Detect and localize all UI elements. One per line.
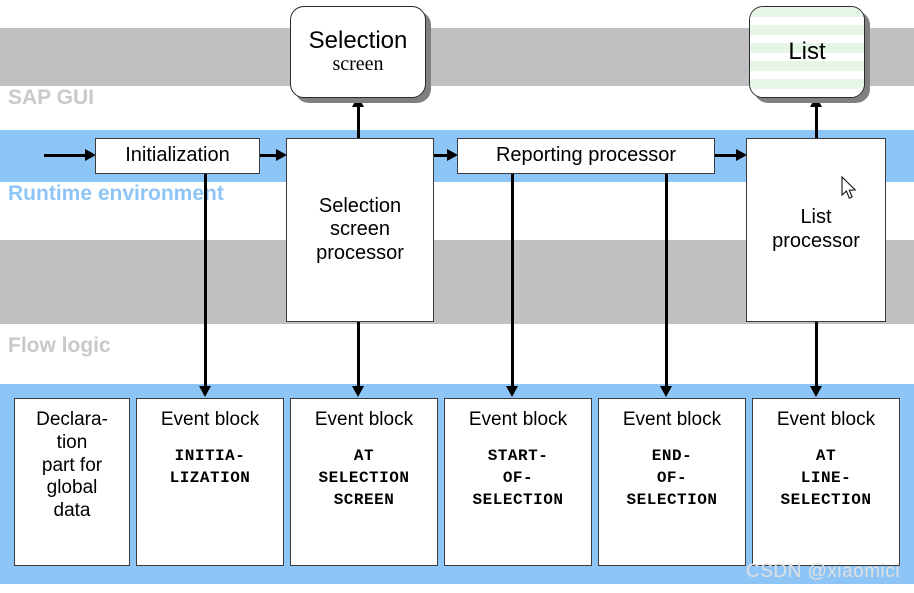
block-declaration-part[interactable]: Declara- tion part for global data — [14, 398, 130, 566]
block-event-at-selection-screen-title: Event block — [314, 409, 414, 430]
decl-line-4: global — [46, 477, 98, 499]
list-proc-line-1: List — [800, 206, 832, 229]
connector-init-down-line — [204, 172, 207, 394]
sos-code-line-3: SELECTION — [472, 490, 564, 509]
block-event-end-of-selection-code: END- OF- SELECTION — [627, 446, 718, 511]
selection-screen-title-line1: Selection — [308, 26, 408, 54]
box-list-processor-label: List processor — [772, 206, 860, 253]
sel-proc-line-3: processor — [316, 241, 404, 264]
band-label-flow-logic: Flow logic — [8, 334, 111, 357]
band-label-runtime: Runtime environment — [8, 182, 224, 205]
block-event-at-line-selection[interactable]: Event block AT LINE- SELECTION — [752, 398, 900, 566]
block-event-initialization[interactable]: Event block INITIA- LIZATION — [136, 398, 284, 566]
als-code-line-2: LINE- — [800, 469, 852, 488]
sel-proc-line-2: screen — [329, 218, 391, 241]
block-event-start-of-selection-code: START- OF- SELECTION — [473, 446, 564, 511]
decl-line-3: part for — [41, 454, 103, 476]
block-event-at-selection-screen-code: AT SELECTION SCREEN — [319, 446, 410, 511]
connector-listproc-to-list-line — [815, 103, 818, 143]
list-screen-title: List — [788, 38, 826, 65]
selection-screen-title-line2: screen — [332, 53, 384, 76]
sos-code-line-2: OF- — [502, 469, 534, 488]
block-event-start-of-selection-title: Event block — [468, 409, 568, 430]
connector-selproc-down-arrow — [352, 386, 364, 397]
als-code-line-3: SELECTION — [780, 490, 872, 509]
eos-code-line-1: END- — [651, 447, 693, 466]
decl-line-5: data — [53, 500, 91, 522]
connector-selproc-down-line — [357, 320, 360, 394]
band-label-sap-gui: SAP GUI — [8, 86, 94, 109]
ass-code-line-1: AT — [353, 447, 375, 466]
box-selection-screen-processor-label: Selection screen processor — [316, 195, 404, 266]
ass-code-line-2: SELECTION — [318, 469, 410, 488]
selection-screen-content: Selection screen — [291, 7, 425, 97]
list-screen-content: List — [750, 7, 864, 97]
block-event-at-line-selection-code: AT LINE- SELECTION — [781, 446, 872, 511]
block-event-initialization-title: Event block — [160, 409, 260, 430]
block-event-end-of-selection[interactable]: Event block END- OF- SELECTION — [598, 398, 746, 566]
init-code-line-2: LIZATION — [169, 469, 251, 488]
ass-code-line-3: SCREEN — [333, 490, 395, 509]
connector-report-down-start-arrow — [506, 386, 518, 397]
eos-code-line-2: OF- — [656, 469, 688, 488]
block-event-at-line-selection-title: Event block — [776, 409, 876, 430]
sos-code-line-1: START- — [487, 447, 549, 466]
connector-listproc-down-line — [815, 320, 818, 394]
sel-proc-line-1: Selection — [318, 194, 402, 217]
box-list-processor[interactable]: List processor — [746, 138, 886, 322]
block-event-at-selection-screen[interactable]: Event block AT SELECTION SCREEN — [290, 398, 438, 566]
decl-line-2: tion — [56, 431, 88, 453]
block-declaration-title: Declara- tion part for global data — [36, 409, 108, 523]
als-code-line-1: AT — [815, 447, 837, 466]
list-screen-window[interactable]: List — [749, 6, 865, 98]
init-code-line-1: INITIA- — [174, 447, 246, 466]
decl-line-1: Declara- — [36, 409, 108, 430]
connector-report-down-start-line — [511, 172, 514, 394]
connector-selproc-to-screen-line — [357, 103, 360, 143]
mouse-cursor-icon — [841, 176, 857, 199]
box-selection-screen-processor[interactable]: Selection screen processor — [286, 138, 434, 322]
list-proc-line-2: processor — [772, 230, 860, 252]
box-initialization[interactable]: Initialization — [95, 138, 260, 174]
connector-report-down-end-line — [665, 172, 668, 394]
flow-logic-block-row: Declara- tion part for global data Event… — [14, 398, 900, 566]
block-event-start-of-selection[interactable]: Event block START- OF- SELECTION — [444, 398, 592, 566]
diagram-canvas: SAP GUI Runtime environment Flow logic S… — [0, 0, 914, 593]
connector-init-down-arrow — [199, 386, 211, 397]
connector-listproc-down-arrow — [810, 386, 822, 397]
box-reporting-processor-label: Reporting processor — [495, 144, 677, 167]
box-reporting-processor[interactable]: Reporting processor — [457, 138, 715, 174]
selection-screen-window[interactable]: Selection screen — [290, 6, 426, 98]
eos-code-line-3: SELECTION — [626, 490, 718, 509]
block-event-end-of-selection-title: Event block — [622, 409, 722, 430]
block-event-initialization-code: INITIA- LIZATION — [170, 446, 251, 489]
box-initialization-label: Initialization — [125, 144, 230, 167]
connector-entry-line — [44, 154, 88, 157]
connector-report-down-end-arrow — [660, 386, 672, 397]
